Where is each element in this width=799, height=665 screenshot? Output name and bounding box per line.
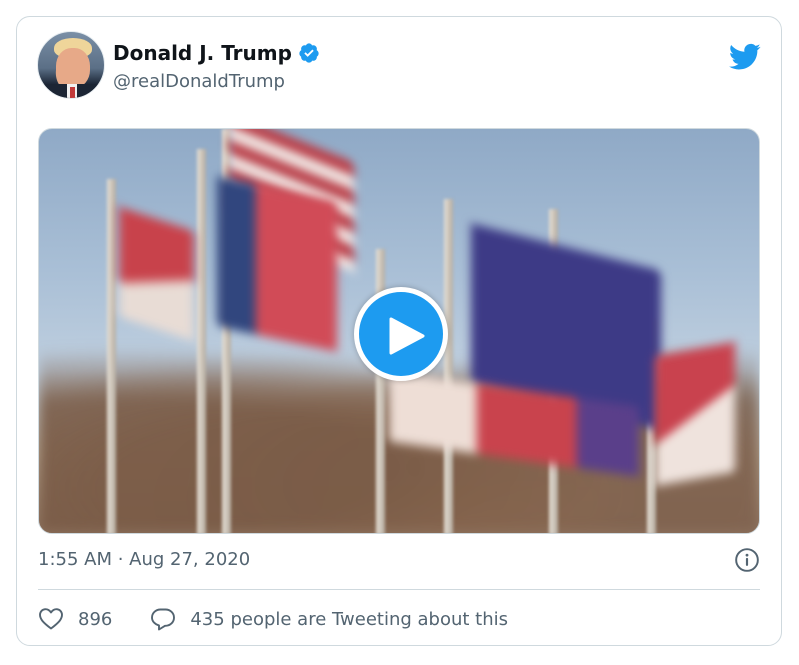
tweeting-about-link[interactable]: 435 people are Tweeting about this [150, 607, 508, 631]
flagpole [197, 149, 206, 533]
flagpole [444, 199, 453, 533]
avatar[interactable] [37, 31, 105, 99]
state-flag [217, 176, 337, 352]
tweet-card[interactable]: Donald J. Trump @realDonaldTrump 1:55 AM… [16, 16, 782, 646]
tweet-header: Donald J. Trump @realDonaldTrump [37, 31, 761, 103]
like-count: 896 [78, 608, 113, 630]
video-thumbnail[interactable] [38, 128, 760, 534]
avatar-tie [70, 87, 75, 98]
author-name-row[interactable]: Donald J. Trump [113, 41, 320, 65]
timestamp[interactable]: 1:55 AM · Aug 27, 2020 [38, 549, 250, 570]
divider [38, 589, 760, 590]
author-name[interactable]: Donald J. Trump [113, 41, 292, 65]
red-white-flag-right [655, 341, 735, 487]
comment-bubble-icon [151, 608, 176, 631]
play-icon [389, 317, 425, 355]
timestamp-row: 1:55 AM · Aug 27, 2020 [38, 547, 760, 577]
play-button[interactable] [354, 287, 448, 381]
like-button[interactable]: 896 [38, 607, 112, 631]
tweeting-about-text: 435 people are Tweeting about this [190, 608, 509, 630]
twitter-bird-icon[interactable] [729, 43, 761, 71]
flagpole [107, 179, 116, 533]
avatar-face [56, 48, 90, 88]
heart-icon [39, 608, 63, 630]
info-icon[interactable] [734, 547, 760, 573]
author-handle[interactable]: @realDonaldTrump [113, 71, 285, 92]
verified-badge-icon [299, 43, 319, 63]
engagement-bar: 896 435 people are Tweeting about this [38, 603, 760, 635]
